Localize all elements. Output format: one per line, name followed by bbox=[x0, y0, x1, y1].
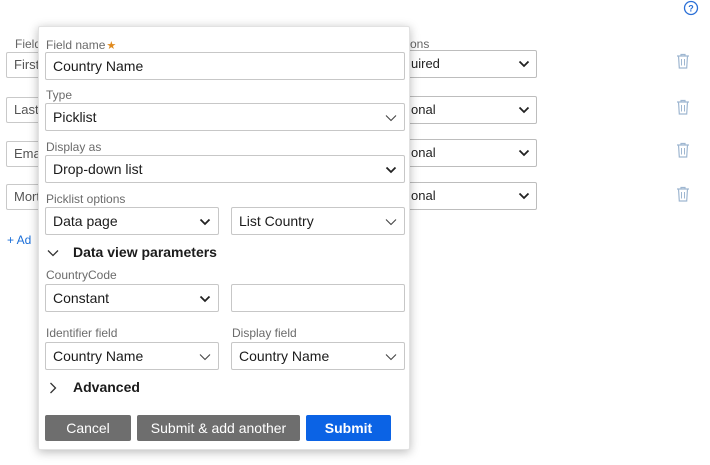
identifier-field-select[interactable]: Country Name bbox=[45, 342, 219, 370]
help-icon[interactable]: ? bbox=[683, 0, 699, 16]
country-code-label: CountryCode bbox=[46, 268, 117, 282]
advanced-toggle[interactable]: Advanced bbox=[47, 379, 247, 397]
identifier-field-label: Identifier field bbox=[46, 326, 118, 340]
display-field-select[interactable]: Country Name bbox=[231, 342, 405, 370]
required-select-value: uired bbox=[411, 56, 440, 71]
country-code-mode-value: Constant bbox=[53, 290, 110, 306]
field-name-label-text: Field name bbox=[46, 38, 106, 52]
chevron-down-icon bbox=[385, 219, 397, 226]
svg-text:?: ? bbox=[688, 4, 694, 14]
options-column-label: ons bbox=[410, 37, 430, 51]
display-as-label: Display as bbox=[46, 140, 102, 154]
submit-button[interactable]: Submit bbox=[306, 415, 391, 441]
trash-icon[interactable] bbox=[676, 99, 690, 115]
country-code-value-input[interactable] bbox=[231, 284, 405, 312]
add-field-link[interactable]: + Ad bbox=[7, 233, 31, 247]
trash-icon[interactable] bbox=[676, 142, 690, 158]
chevron-down-icon bbox=[385, 354, 397, 361]
display-as-value: Drop-down list bbox=[53, 161, 143, 177]
display-field-value: Country Name bbox=[239, 348, 330, 364]
identifier-field-value: Country Name bbox=[53, 348, 144, 364]
picklist-options-label: Picklist options bbox=[46, 192, 126, 206]
chevron-down-icon bbox=[199, 218, 211, 226]
chevron-down-icon bbox=[518, 192, 530, 200]
chevron-down-icon bbox=[518, 106, 530, 114]
chevron-down-icon bbox=[385, 166, 397, 174]
trash-icon[interactable] bbox=[676, 53, 690, 69]
required-select[interactable]: onal bbox=[400, 182, 537, 210]
data-view-parameters-toggle[interactable]: Data view parameters bbox=[47, 244, 297, 262]
required-select[interactable]: uired bbox=[400, 50, 537, 78]
type-select[interactable]: Picklist bbox=[45, 103, 405, 131]
country-code-mode-select[interactable]: Constant bbox=[45, 284, 219, 312]
type-value: Picklist bbox=[53, 109, 97, 125]
chevron-down-icon bbox=[199, 354, 211, 361]
required-select[interactable]: onal bbox=[400, 96, 537, 124]
picklist-source-value: Data page bbox=[53, 213, 118, 229]
field-name-value: Country Name bbox=[53, 58, 144, 74]
required-select[interactable]: onal bbox=[400, 139, 537, 167]
trash-icon[interactable] bbox=[676, 186, 690, 202]
submit-and-add-another-button[interactable]: Submit & add another bbox=[137, 415, 300, 441]
picklist-source-select[interactable]: Data page bbox=[45, 207, 219, 235]
type-label: Type bbox=[46, 88, 73, 102]
required-select-value: onal bbox=[411, 102, 436, 117]
chevron-down-icon bbox=[47, 250, 59, 257]
chevron-down-icon bbox=[199, 295, 211, 303]
chevron-down-icon bbox=[518, 60, 530, 68]
required-select-value: onal bbox=[411, 145, 436, 160]
display-as-select[interactable]: Drop-down list bbox=[45, 155, 405, 183]
field-name-label: Field name★ bbox=[46, 38, 116, 52]
chevron-down-icon bbox=[518, 149, 530, 157]
required-indicator: ★ bbox=[106, 40, 117, 52]
advanced-heading: Advanced bbox=[73, 379, 140, 395]
add-field-dialog: Field name★ Country Name Type Picklist D… bbox=[38, 26, 410, 450]
cancel-button[interactable]: Cancel bbox=[45, 415, 131, 441]
chevron-right-icon bbox=[50, 382, 57, 394]
chevron-down-icon bbox=[385, 115, 397, 122]
required-select-value: onal bbox=[411, 188, 436, 203]
display-field-label: Display field bbox=[232, 326, 297, 340]
field-name-input[interactable]: Country Name bbox=[45, 52, 405, 80]
data-page-select[interactable]: List Country bbox=[231, 207, 405, 235]
data-page-value: List Country bbox=[239, 213, 314, 229]
data-view-parameters-heading: Data view parameters bbox=[73, 244, 217, 260]
